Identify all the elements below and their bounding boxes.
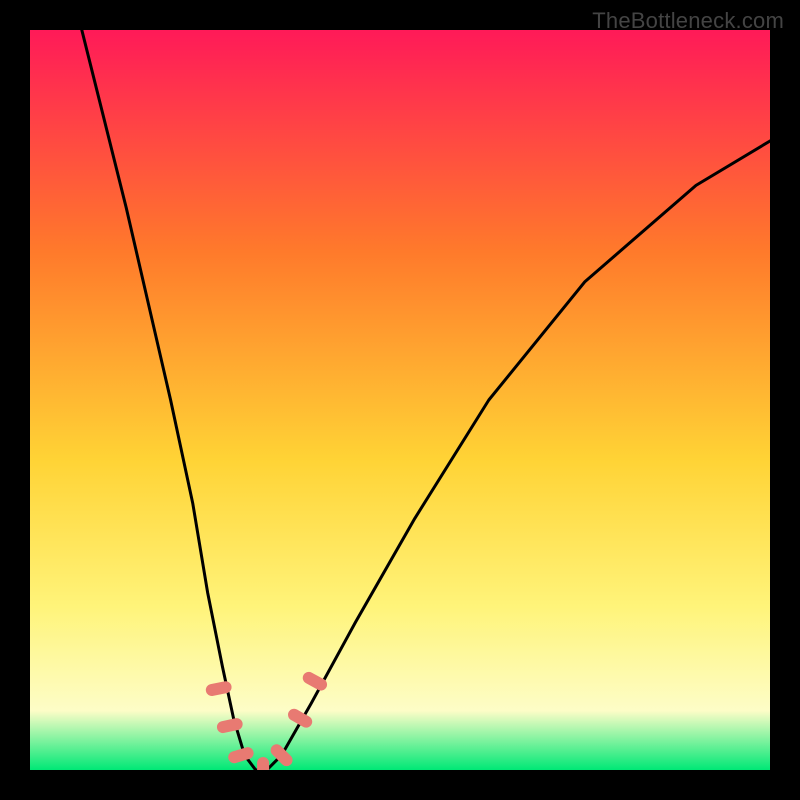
watermark-text: TheBottleneck.com [592, 8, 784, 34]
marker-4 [257, 757, 269, 770]
gradient-background [30, 30, 770, 770]
chart-frame: TheBottleneck.com [0, 0, 800, 800]
plot-area [30, 30, 770, 770]
chart-svg [30, 30, 770, 770]
